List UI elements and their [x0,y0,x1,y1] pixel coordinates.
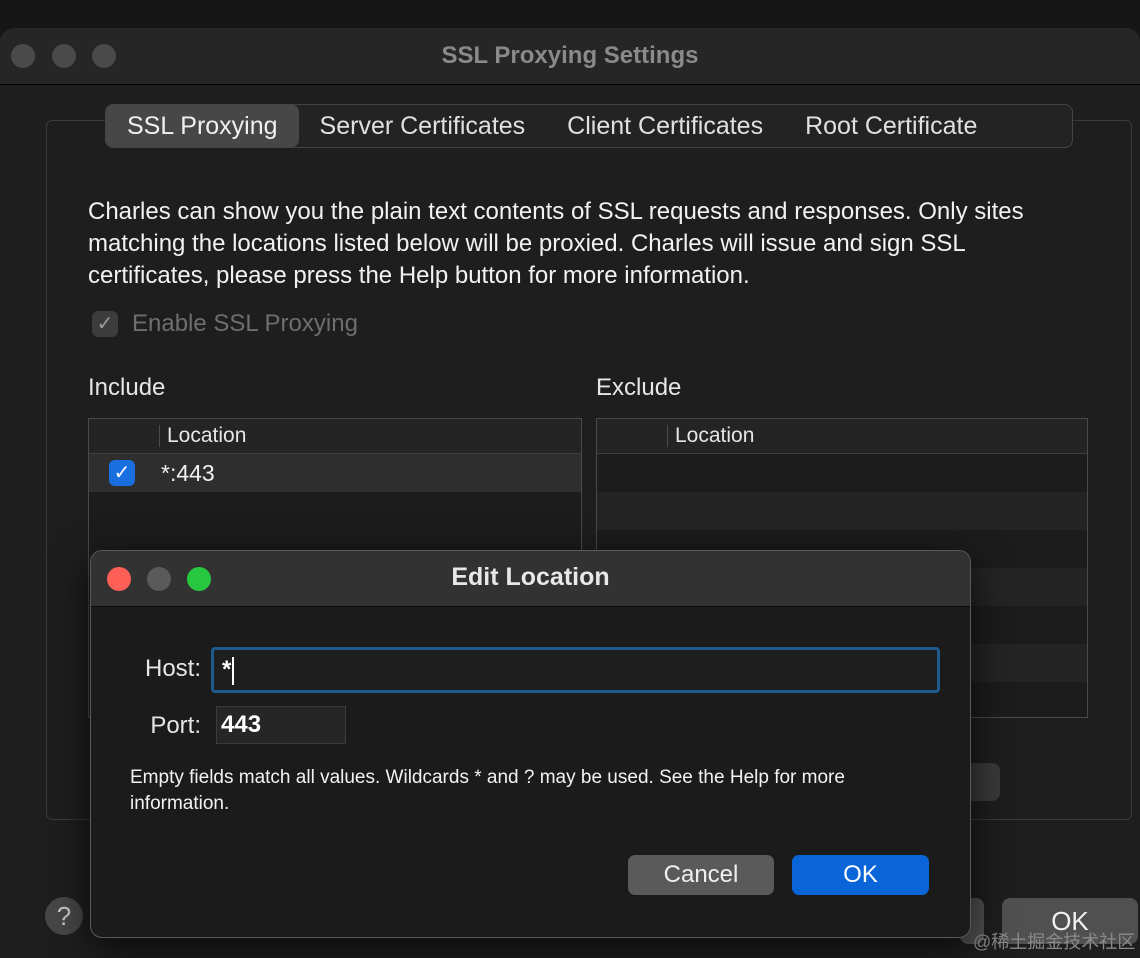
watermark: @稀土掘金技术社区 [973,932,1136,952]
include-table-header: Location [89,419,581,454]
tab-bar: SSL Proxying Server Certificates Client … [105,104,1073,148]
exclude-table-header: Location [597,419,1087,454]
host-value: * [222,656,232,683]
port-input[interactable]: 443 [216,706,346,744]
empty-row [597,492,1087,530]
column-separator [159,425,160,447]
host-label: Host: [144,655,201,682]
host-input[interactable]: * [211,647,940,693]
enable-ssl-proxying-label: Enable SSL Proxying [132,310,358,337]
include-label: Include [88,374,166,401]
help-button[interactable]: ? [45,897,83,935]
cancel-button[interactable]: Cancel [628,855,774,895]
location-cell: *:443 [161,460,215,486]
tab-root-certificate[interactable]: Root Certificate [784,105,998,147]
enable-ssl-proxying-checkbox[interactable]: ✓ [92,311,118,337]
empty-row [597,454,1087,492]
port-label: Port: [150,712,201,739]
exclude-label: Exclude [596,374,682,401]
edit-location-dialog: Edit Location Host: * Port: 443 Empty fi… [90,550,971,938]
tab-client-certificates[interactable]: Client Certificates [546,105,784,147]
row-enabled-checkbox[interactable]: ✓ [109,460,135,486]
enable-ssl-proxying-row[interactable]: ✓ Enable SSL Proxying [92,310,358,338]
tab-server-certificates[interactable]: Server Certificates [299,105,547,147]
ok-button[interactable]: OK [792,855,929,895]
exclude-location-column-header[interactable]: Location [675,424,754,448]
ssl-description: Charles can show you the plain text cont… [88,198,1024,289]
dialog-titlebar: Edit Location [91,551,970,607]
table-row[interactable]: ✓ *:443 [89,454,581,492]
window-titlebar: SSL Proxying Settings [0,28,1140,85]
dialog-title: Edit Location [451,563,610,591]
window-title: SSL Proxying Settings [441,42,699,69]
tab-ssl-proxying[interactable]: SSL Proxying [106,105,299,147]
include-location-column-header[interactable]: Location [167,424,246,448]
column-separator [667,425,668,447]
dialog-help-text: Empty fields match all values. Wildcards… [130,767,845,814]
text-caret [232,656,235,685]
